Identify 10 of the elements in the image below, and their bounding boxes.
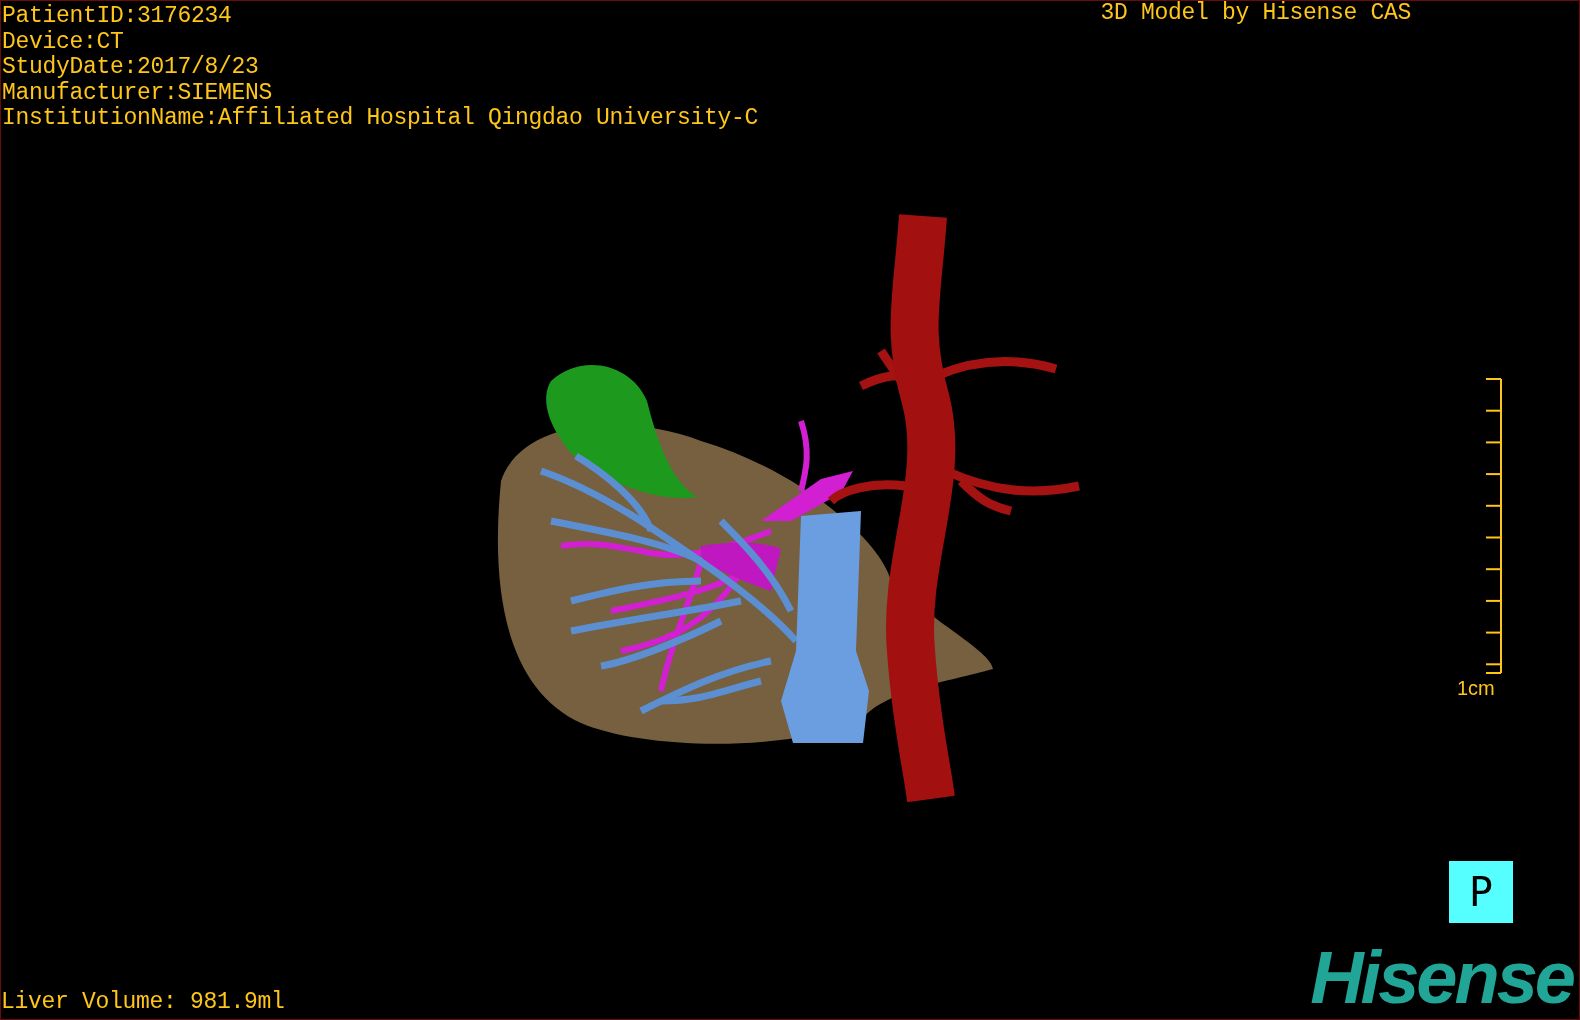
patient-info-text: StudyDate:2017/8/23 bbox=[2, 55, 260, 81]
brand-logo: Hisense bbox=[1310, 945, 1573, 1011]
model-title: 3D Model by Hisense CAS bbox=[1100, 1, 1412, 28]
liver-volume-text: Liver Volume: 981.9ml bbox=[1, 989, 285, 1015]
patient-info-text: Manufacturer:SIEMENS bbox=[2, 80, 274, 106]
patient-info-text: Device:CT bbox=[2, 29, 125, 55]
scale-label: 1cm bbox=[1457, 677, 1495, 699]
patient-info-text: PatientID:3176234 bbox=[2, 4, 233, 30]
view-button[interactable]: P bbox=[1449, 861, 1513, 923]
patient-info-text: InstitutionName:Affiliated Hospital Qingdao University-C bbox=[2, 106, 759, 132]
